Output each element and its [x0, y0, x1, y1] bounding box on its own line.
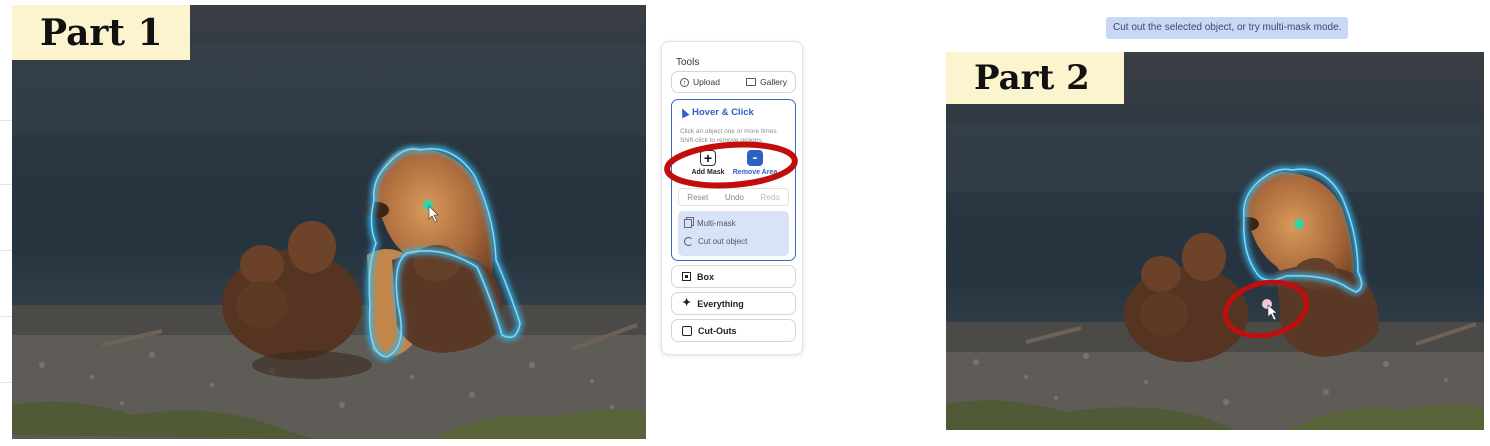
upload-button[interactable]: ↑ Upload — [680, 77, 720, 87]
box-icon — [682, 272, 691, 281]
multimask-section: Multi-mask Cut out object — [678, 211, 789, 256]
tools-panel: Tools ↑ Upload Gallery Hover & Click Cli… — [661, 41, 803, 355]
cursor-icon — [678, 106, 690, 119]
upload-icon: ↑ — [680, 77, 689, 87]
part2-label: Part 2 — [946, 52, 1124, 104]
multimask-icon — [684, 219, 692, 228]
everything-label: Everything — [697, 298, 744, 309]
hover-click-title: Hover & Click — [678, 106, 754, 119]
box-tool-button[interactable]: Box — [671, 265, 796, 288]
gallery-label: Gallery — [760, 77, 787, 87]
history-controls: Reset Undo Redo — [678, 188, 789, 206]
cutouts-tool-button[interactable]: Cut-Outs — [671, 319, 796, 342]
hover-click-tool[interactable]: Hover & Click Click an object one or mor… — [671, 99, 796, 261]
cutouts-icon — [682, 325, 692, 336]
hover-click-description: Click an object one or more times. Shift… — [680, 128, 779, 144]
upload-label: Upload — [693, 77, 720, 87]
tools-title: Tools — [676, 57, 700, 68]
hover-click-label: Hover & Click — [692, 107, 754, 118]
add-mask-button[interactable]: + Add Mask — [683, 150, 733, 176]
redo-button[interactable]: Redo — [761, 193, 780, 202]
guide-line — [0, 184, 12, 185]
cutout-icon — [684, 237, 693, 246]
cut-out-object-button[interactable]: Cut out object — [684, 237, 747, 246]
remove-area-label: Remove Area — [732, 169, 778, 176]
part1-label: Part 1 — [12, 5, 190, 60]
sparkle-icon: ✦ — [682, 297, 692, 309]
remove-area-button[interactable]: - Remove Area — [730, 150, 780, 176]
box-label: Box — [697, 271, 715, 282]
add-mask-label: Add Mask — [691, 169, 725, 176]
everything-tool-button[interactable]: ✦ Everything — [671, 292, 796, 315]
upload-gallery-bar: ↑ Upload Gallery — [671, 71, 796, 93]
cutout-tooltip: Cut out the selected object, or try mult… — [1106, 17, 1349, 39]
multimask-label: Multi-mask — [697, 219, 736, 228]
reset-button[interactable]: Reset — [687, 193, 708, 202]
guide-line — [0, 250, 12, 251]
minus-icon: - — [747, 150, 763, 166]
gallery-button[interactable]: Gallery — [746, 77, 787, 87]
cutouts-label: Cut-Outs — [698, 325, 737, 336]
bear-photo-part1[interactable] — [12, 5, 646, 439]
guide-line — [0, 120, 12, 121]
undo-button[interactable]: Undo — [725, 193, 744, 202]
plus-icon: + — [700, 150, 716, 166]
bear-photo-part2[interactable] — [946, 52, 1484, 430]
gallery-icon — [746, 78, 757, 86]
cut-out-object-label: Cut out object — [698, 237, 748, 246]
guide-line — [0, 382, 12, 383]
guide-line — [0, 316, 12, 317]
multimask-toggle[interactable]: Multi-mask — [684, 219, 736, 228]
